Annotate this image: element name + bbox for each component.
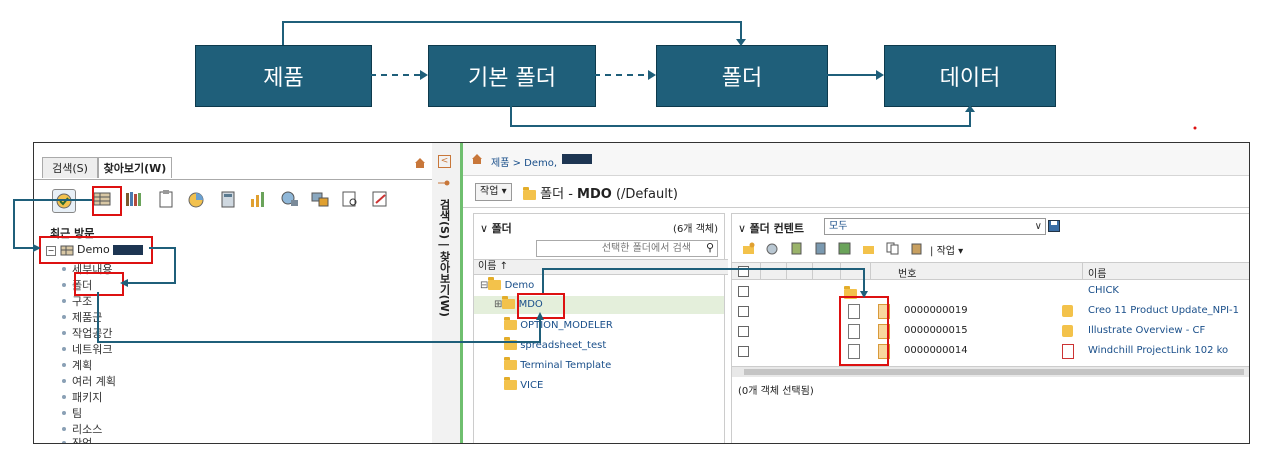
annotation-arrows <box>13 199 868 343</box>
